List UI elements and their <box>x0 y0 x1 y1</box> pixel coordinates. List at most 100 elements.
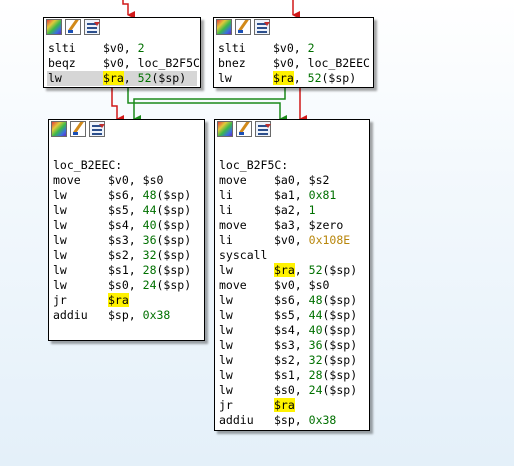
immediate-operand: 36 <box>308 338 323 352</box>
mnemonic: move <box>219 278 247 292</box>
instruction-line[interactable]: lw $ra, 52($sp) <box>47 71 197 86</box>
instruction-line[interactable]: lw $ra, 52($sp) <box>218 263 366 278</box>
instruction-line[interactable]: lw $s5, 44($sp) <box>52 203 201 218</box>
operand: $v0 <box>274 278 295 292</box>
operand: ($sp) <box>156 248 192 262</box>
instruction-line[interactable]: lw $s4, 40($sp) <box>52 218 201 233</box>
instruction-line[interactable]: lw $s6, 48($sp) <box>218 293 366 308</box>
instruction-line[interactable]: lw $s0, 24($sp) <box>52 278 201 293</box>
highlighted-register[interactable]: $ra <box>273 71 294 85</box>
instruction-line[interactable]: lw $ra, 52($sp) <box>217 71 370 86</box>
operand: $v0 <box>274 233 295 247</box>
code-block-loc-B2F5C[interactable]: loc_B2F5C: move $a0, $s2 li $a1, 0x81 li $a2, … <box>214 119 370 431</box>
code-block-loc-B2EEC[interactable]: loc_B2EEC: move $v0, $s0 lw $s6, 48($sp) lw $s… <box>48 119 205 341</box>
code-label[interactable]: loc_B2EEC: <box>52 158 201 173</box>
instruction-line[interactable]: lw $s2, 32($sp) <box>52 248 201 263</box>
operand: , <box>128 263 143 277</box>
immediate-operand: 2 <box>307 41 315 55</box>
operand: , <box>294 278 309 292</box>
color-palette-icon[interactable] <box>46 19 62 35</box>
instruction-line[interactable]: jr $ra <box>218 398 366 413</box>
highlighted-register[interactable]: $ra <box>103 71 124 85</box>
operand: , <box>128 278 143 292</box>
instruction-line[interactable]: move $a0, $s2 <box>218 173 366 188</box>
block-body: slti $v0, 2 bnez $v0, loc_B2EEC lw $ra, 52($s… <box>214 38 373 90</box>
instruction-line[interactable]: lw $s3, 36($sp) <box>218 338 366 353</box>
instruction-line[interactable]: lw $s5, 44($sp) <box>218 308 366 323</box>
instruction-line[interactable]: li $a2, 1 <box>218 203 366 218</box>
instruction-line[interactable]: lw $s4, 40($sp) <box>218 323 366 338</box>
operand: , <box>294 338 309 352</box>
code-label[interactable]: loc_B2F5C: <box>218 158 366 173</box>
mnemonic: lw <box>219 263 233 277</box>
instruction-line[interactable]: move $a3, $zero <box>218 218 366 233</box>
mnemonic: lw <box>53 278 67 292</box>
operand: $s2 <box>274 353 295 367</box>
operand: , <box>293 41 308 55</box>
operand: , <box>128 308 143 322</box>
instruction-line[interactable]: slti $v0, 2 <box>47 41 197 56</box>
instruction-line[interactable]: jr $ra <box>52 293 201 308</box>
instruction-line[interactable]: addiu $sp, 0x38 <box>52 308 201 323</box>
operand: , <box>123 56 138 70</box>
operand: $a1 <box>274 188 295 202</box>
mnemonic: move <box>53 173 81 187</box>
operand: $sp <box>108 308 129 322</box>
instruction-line[interactable]: li $v0, 0x108E <box>218 233 366 248</box>
edit-node-icon[interactable] <box>70 121 86 137</box>
operand: $a0 <box>274 173 295 187</box>
instruction-line[interactable]: lw $s1, 28($sp) <box>218 368 366 383</box>
operand: $v0 <box>103 41 124 55</box>
operand: , <box>294 353 309 367</box>
instruction-line[interactable]: move $v0, $s0 <box>52 173 201 188</box>
mnemonic: lw <box>218 71 232 85</box>
mnemonic: jr <box>219 398 233 412</box>
mnemonic: lw <box>53 248 67 262</box>
instruction-line[interactable]: lw $s6, 48($sp) <box>52 188 201 203</box>
node-list-icon[interactable] <box>255 121 271 137</box>
highlighted-register[interactable]: $ra <box>274 263 295 277</box>
operand: , <box>294 323 309 337</box>
color-palette-icon[interactable] <box>216 19 232 35</box>
immediate-operand: 52 <box>308 263 323 277</box>
instruction-line[interactable]: bnez $v0, loc_B2EEC <box>217 56 370 71</box>
block-body: loc_B2EEC: move $v0, $s0 lw $s6, 48($sp) lw $s… <box>49 140 204 327</box>
block-body: loc_B2F5C: move $a0, $s2 li $a1, 0x81 li $a2, … <box>215 140 369 432</box>
immediate-operand: 0x38 <box>142 308 171 322</box>
node-list-icon[interactable] <box>254 19 270 35</box>
edit-node-icon[interactable] <box>236 121 252 137</box>
edit-node-icon[interactable] <box>235 19 251 35</box>
blank-line[interactable] <box>52 143 201 158</box>
instruction-line[interactable]: lw $s3, 36($sp) <box>52 233 201 248</box>
operand: , <box>128 173 143 187</box>
highlighted-register[interactable]: $ra <box>108 293 129 307</box>
instruction-line[interactable]: lw $s2, 32($sp) <box>218 353 366 368</box>
instruction-line[interactable]: lw $s1, 28($sp) <box>52 263 201 278</box>
operand: $s3 <box>108 233 129 247</box>
highlighted-register[interactable]: $ra <box>274 398 295 412</box>
immediate-operand: 0x108E <box>308 233 351 247</box>
instruction-line[interactable]: lw $s0, 24($sp) <box>218 383 366 398</box>
instruction-line[interactable]: beqz $v0, loc_B2F5C <box>47 56 200 71</box>
node-list-icon[interactable] <box>84 19 100 35</box>
code-block-1[interactable]: slti $v0, 2 beqz $v0, loc_B2F5C lw $ra, 52($s… <box>43 17 201 88</box>
node-list-icon[interactable] <box>89 121 105 137</box>
operand: $s2 <box>308 173 330 187</box>
operand: ($sp) <box>322 338 358 352</box>
instruction-line[interactable]: move $v0, $s0 <box>218 278 366 293</box>
instruction-line[interactable]: addiu $sp, 0x38 <box>218 413 366 428</box>
edit-node-icon[interactable] <box>65 19 81 35</box>
mnemonic: slti <box>48 41 76 55</box>
operand: ($sp) <box>156 278 192 292</box>
immediate-operand: 0x38 <box>308 413 337 427</box>
instruction-line[interactable]: slti $v0, 2 <box>217 41 370 56</box>
operand: ($sp) <box>322 383 358 397</box>
mnemonic: jr <box>53 293 67 307</box>
blank-line[interactable] <box>218 143 366 158</box>
instruction-line[interactable]: syscall <box>218 248 366 263</box>
color-palette-icon[interactable] <box>217 121 233 137</box>
instruction-line[interactable]: li $a1, 0x81 <box>218 188 366 203</box>
color-palette-icon[interactable] <box>51 121 67 137</box>
code-block-2[interactable]: slti $v0, 2 bnez $v0, loc_B2EEC lw $ra, 52($s… <box>213 17 374 88</box>
operand: $s0 <box>142 173 164 187</box>
